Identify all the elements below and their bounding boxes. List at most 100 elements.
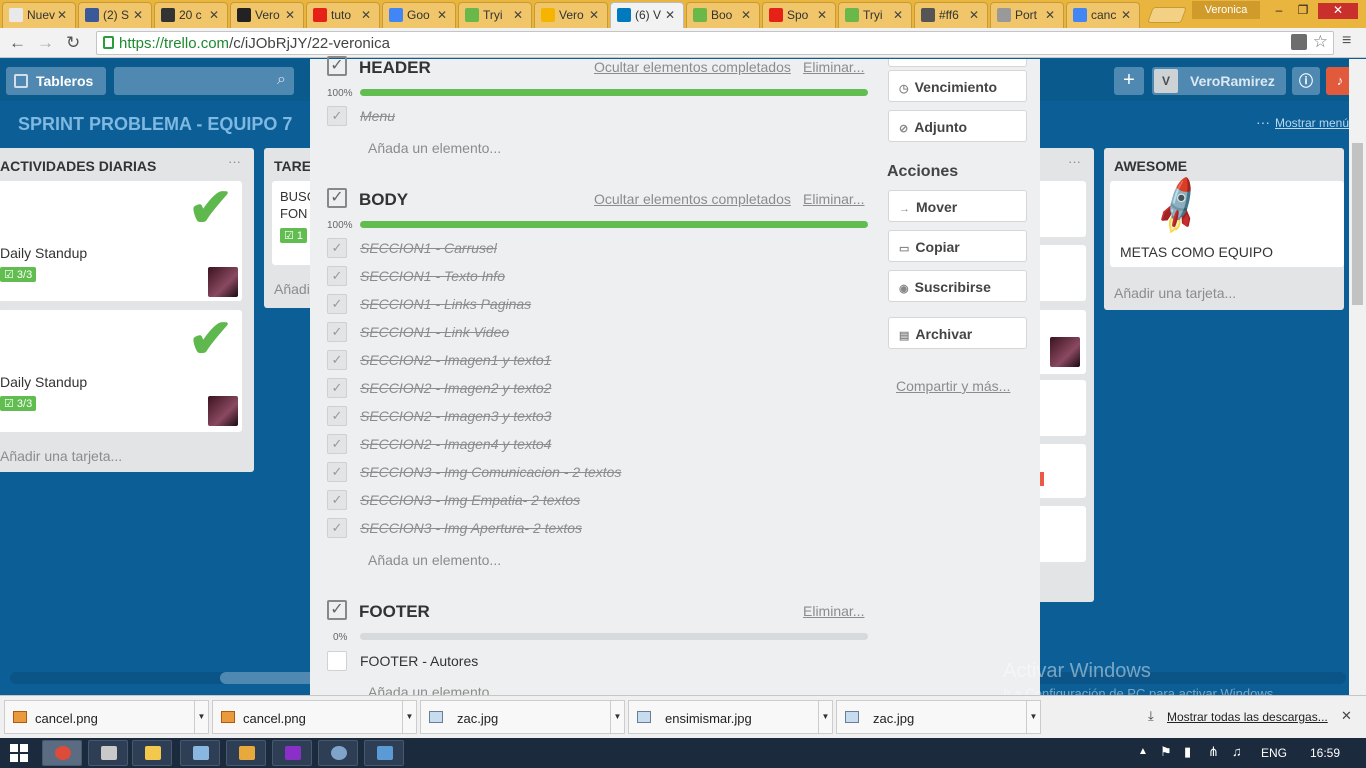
checklist-item-text[interactable]: Menu: [360, 108, 395, 124]
tab-close-icon[interactable]: ✕: [969, 8, 979, 22]
due-date-button[interactable]: ◷ Vencimiento: [888, 70, 1027, 102]
search-app-taskbar-icon[interactable]: [272, 740, 312, 766]
delete-checklist-link[interactable]: Eliminar...: [803, 603, 864, 619]
browser-tab[interactable]: (2) S ✕: [78, 2, 152, 28]
checklist-item[interactable]: FOOTER - Autores: [327, 651, 867, 673]
checklist-item[interactable]: ✓ Menu: [327, 106, 867, 128]
file-explorer-taskbar-icon[interactable]: [132, 740, 172, 766]
member-avatar[interactable]: [208, 396, 238, 426]
checklist-checkbox[interactable]: ✓: [327, 266, 347, 286]
board-title[interactable]: SPRINT PROBLEMA - EQUIPO 7: [18, 114, 292, 135]
back-arrow-icon[interactable]: ←: [9, 33, 26, 53]
checklist-item[interactable]: ✓ SECCION3 - Img Comunicacion - 2 textos: [327, 462, 867, 484]
add-icon[interactable]: +: [1114, 67, 1144, 95]
member-avatar[interactable]: [1050, 337, 1080, 367]
card-daily-standup-1[interactable]: ✔ Daily Standup ☑ 3/3: [0, 181, 242, 301]
member-avatar[interactable]: [208, 267, 238, 297]
checklist-checkbox[interactable]: ✓: [327, 322, 347, 342]
hide-completed-link[interactable]: Ocultar elementos completados: [594, 59, 791, 75]
show-menu-link[interactable]: Mostrar menú: [1275, 116, 1349, 130]
chrome-menu-icon[interactable]: ≡: [1342, 32, 1351, 50]
hide-completed-link[interactable]: Ocultar elementos completados: [594, 191, 791, 207]
checklist-item-text[interactable]: SECCION3 - Img Apertura- 2 textos: [360, 520, 582, 536]
checklist-item-text[interactable]: SECCION1 - Carrusel: [360, 240, 497, 256]
battery-icon[interactable]: ▮: [1184, 744, 1191, 760]
close-shelf-icon[interactable]: ✕: [1341, 708, 1352, 724]
address-bar[interactable]: https://trello.com/c/iJObRjJY/22-veronic…: [96, 31, 1334, 55]
browser-tab[interactable]: Spo ✕: [762, 2, 836, 28]
share-more-link[interactable]: Compartir y más...: [896, 378, 1010, 394]
list-title[interactable]: ACTIVIDADES DIARIAS: [0, 158, 156, 174]
delete-checklist-link[interactable]: Eliminar...: [803, 191, 864, 207]
checklist-item[interactable]: ✓ SECCION1 - Texto Info: [327, 266, 867, 288]
list-menu-icon[interactable]: ···: [1068, 154, 1081, 169]
browser-tab[interactable]: (6) V ✕: [610, 2, 684, 29]
new-tab-button[interactable]: [1147, 7, 1187, 23]
checklist-title-header[interactable]: HEADER: [359, 58, 431, 78]
image-viewer-taskbar-icon[interactable]: [364, 740, 404, 766]
tab-close-icon[interactable]: ✕: [589, 8, 599, 22]
checklist-item-text[interactable]: SECCION2 - Imagen2 y texto2: [360, 380, 551, 396]
profile-badge[interactable]: Veronica: [1192, 1, 1260, 19]
app-taskbar-icon[interactable]: [226, 740, 266, 766]
tab-close-icon[interactable]: ✕: [1045, 8, 1055, 22]
checklist-item-text[interactable]: FOOTER - Autores: [360, 653, 478, 669]
checklist-item[interactable]: ✓ SECCION2 - Imagen2 y texto2: [327, 378, 867, 400]
browser-tab[interactable]: Boo ✕: [686, 2, 760, 28]
bookmark-star-icon[interactable]: ☆: [1313, 32, 1328, 52]
scrollbar-thumb[interactable]: [1352, 143, 1363, 305]
checklist-checkbox[interactable]: ✓: [327, 350, 347, 370]
checklist-item[interactable]: ✓ SECCION1 - Links Paginas: [327, 294, 867, 316]
checklist-checkbox[interactable]: ✓: [327, 434, 347, 454]
checklist-checkbox[interactable]: ✓: [327, 490, 347, 510]
browser-tab[interactable]: Tryi ✕: [458, 2, 532, 28]
checklist-item-text[interactable]: SECCION2 - Imagen3 y texto3: [360, 408, 551, 424]
checklist-item-text[interactable]: SECCION3 - Img Comunicacion - 2 textos: [360, 464, 621, 480]
browser-tab[interactable]: #ff6 ✕: [914, 2, 988, 28]
checklist-checkbox[interactable]: ✓: [327, 106, 347, 126]
add-card-link[interactable]: Añadi: [274, 281, 310, 297]
close-window-icon[interactable]: ✕: [1318, 3, 1358, 19]
checklist-checkbox[interactable]: ✓: [327, 238, 347, 258]
sidebar-button-partial[interactable]: [888, 59, 1027, 67]
checklist-item-text[interactable]: SECCION2 - Imagen4 y texto4: [360, 436, 551, 452]
browser-tab[interactable]: tuto ✕: [306, 2, 380, 28]
wifi-icon[interactable]: ⋔: [1208, 744, 1219, 760]
checklist-item-text[interactable]: SECCION3 - Img Empatia- 2 textos: [360, 492, 580, 508]
forward-arrow-icon[interactable]: →: [37, 33, 54, 53]
add-card-link[interactable]: Añadir una tarjeta...: [0, 448, 122, 464]
copy-button[interactable]: ▭ Copiar: [888, 230, 1027, 262]
browser-tab[interactable]: Nueva p✕: [2, 2, 76, 28]
delete-checklist-link[interactable]: Eliminar...: [803, 59, 864, 75]
checklist-title-body[interactable]: BODY: [359, 190, 408, 210]
tab-close-icon[interactable]: ✕: [893, 8, 903, 22]
download-item[interactable]: zac.jpg ▼: [420, 700, 625, 734]
chevron-down-icon[interactable]: ▼: [194, 701, 208, 733]
app-taskbar-icon[interactable]: [318, 740, 358, 766]
minimize-icon[interactable]: –: [1268, 3, 1290, 19]
search-icon[interactable]: ⌕: [277, 71, 286, 89]
tab-close-icon[interactable]: ✕: [209, 8, 219, 22]
browser-tab[interactable]: canc ✕: [1066, 2, 1140, 28]
checklist-item[interactable]: ✓ SECCION1 - Link Video: [327, 322, 867, 344]
checklist-item[interactable]: ✓ SECCION1 - Carrusel: [327, 238, 867, 260]
add-item-link[interactable]: Añada un elemento...: [368, 552, 501, 568]
list-title[interactable]: AWESOME: [1114, 158, 1187, 174]
checklist-checkbox[interactable]: [327, 651, 347, 671]
volume-icon[interactable]: ♫: [1232, 744, 1242, 759]
checklist-checkbox[interactable]: ✓: [327, 406, 347, 426]
language-indicator[interactable]: ENG: [1261, 746, 1287, 760]
board-search-input[interactable]: ⌕: [114, 67, 294, 95]
browser-tab[interactable]: Port ✕: [990, 2, 1064, 28]
browser-tab[interactable]: Vero ✕: [230, 2, 304, 28]
chevron-down-icon[interactable]: ▼: [610, 701, 624, 733]
restore-icon[interactable]: ❐: [1292, 3, 1314, 19]
checklist-item-text[interactable]: SECCION2 - Imagen1 y texto1: [360, 352, 551, 368]
tab-close-icon[interactable]: ✕: [741, 8, 751, 22]
checklist-item[interactable]: ✓ SECCION2 - Imagen3 y texto3: [327, 406, 867, 428]
chevron-down-icon[interactable]: ▼: [818, 701, 832, 733]
move-button[interactable]: → Mover: [888, 190, 1027, 222]
subscribe-button[interactable]: ◉ Suscribirse: [888, 270, 1027, 302]
tab-close-icon[interactable]: ✕: [1121, 8, 1131, 22]
notepad-taskbar-icon[interactable]: [180, 740, 220, 766]
